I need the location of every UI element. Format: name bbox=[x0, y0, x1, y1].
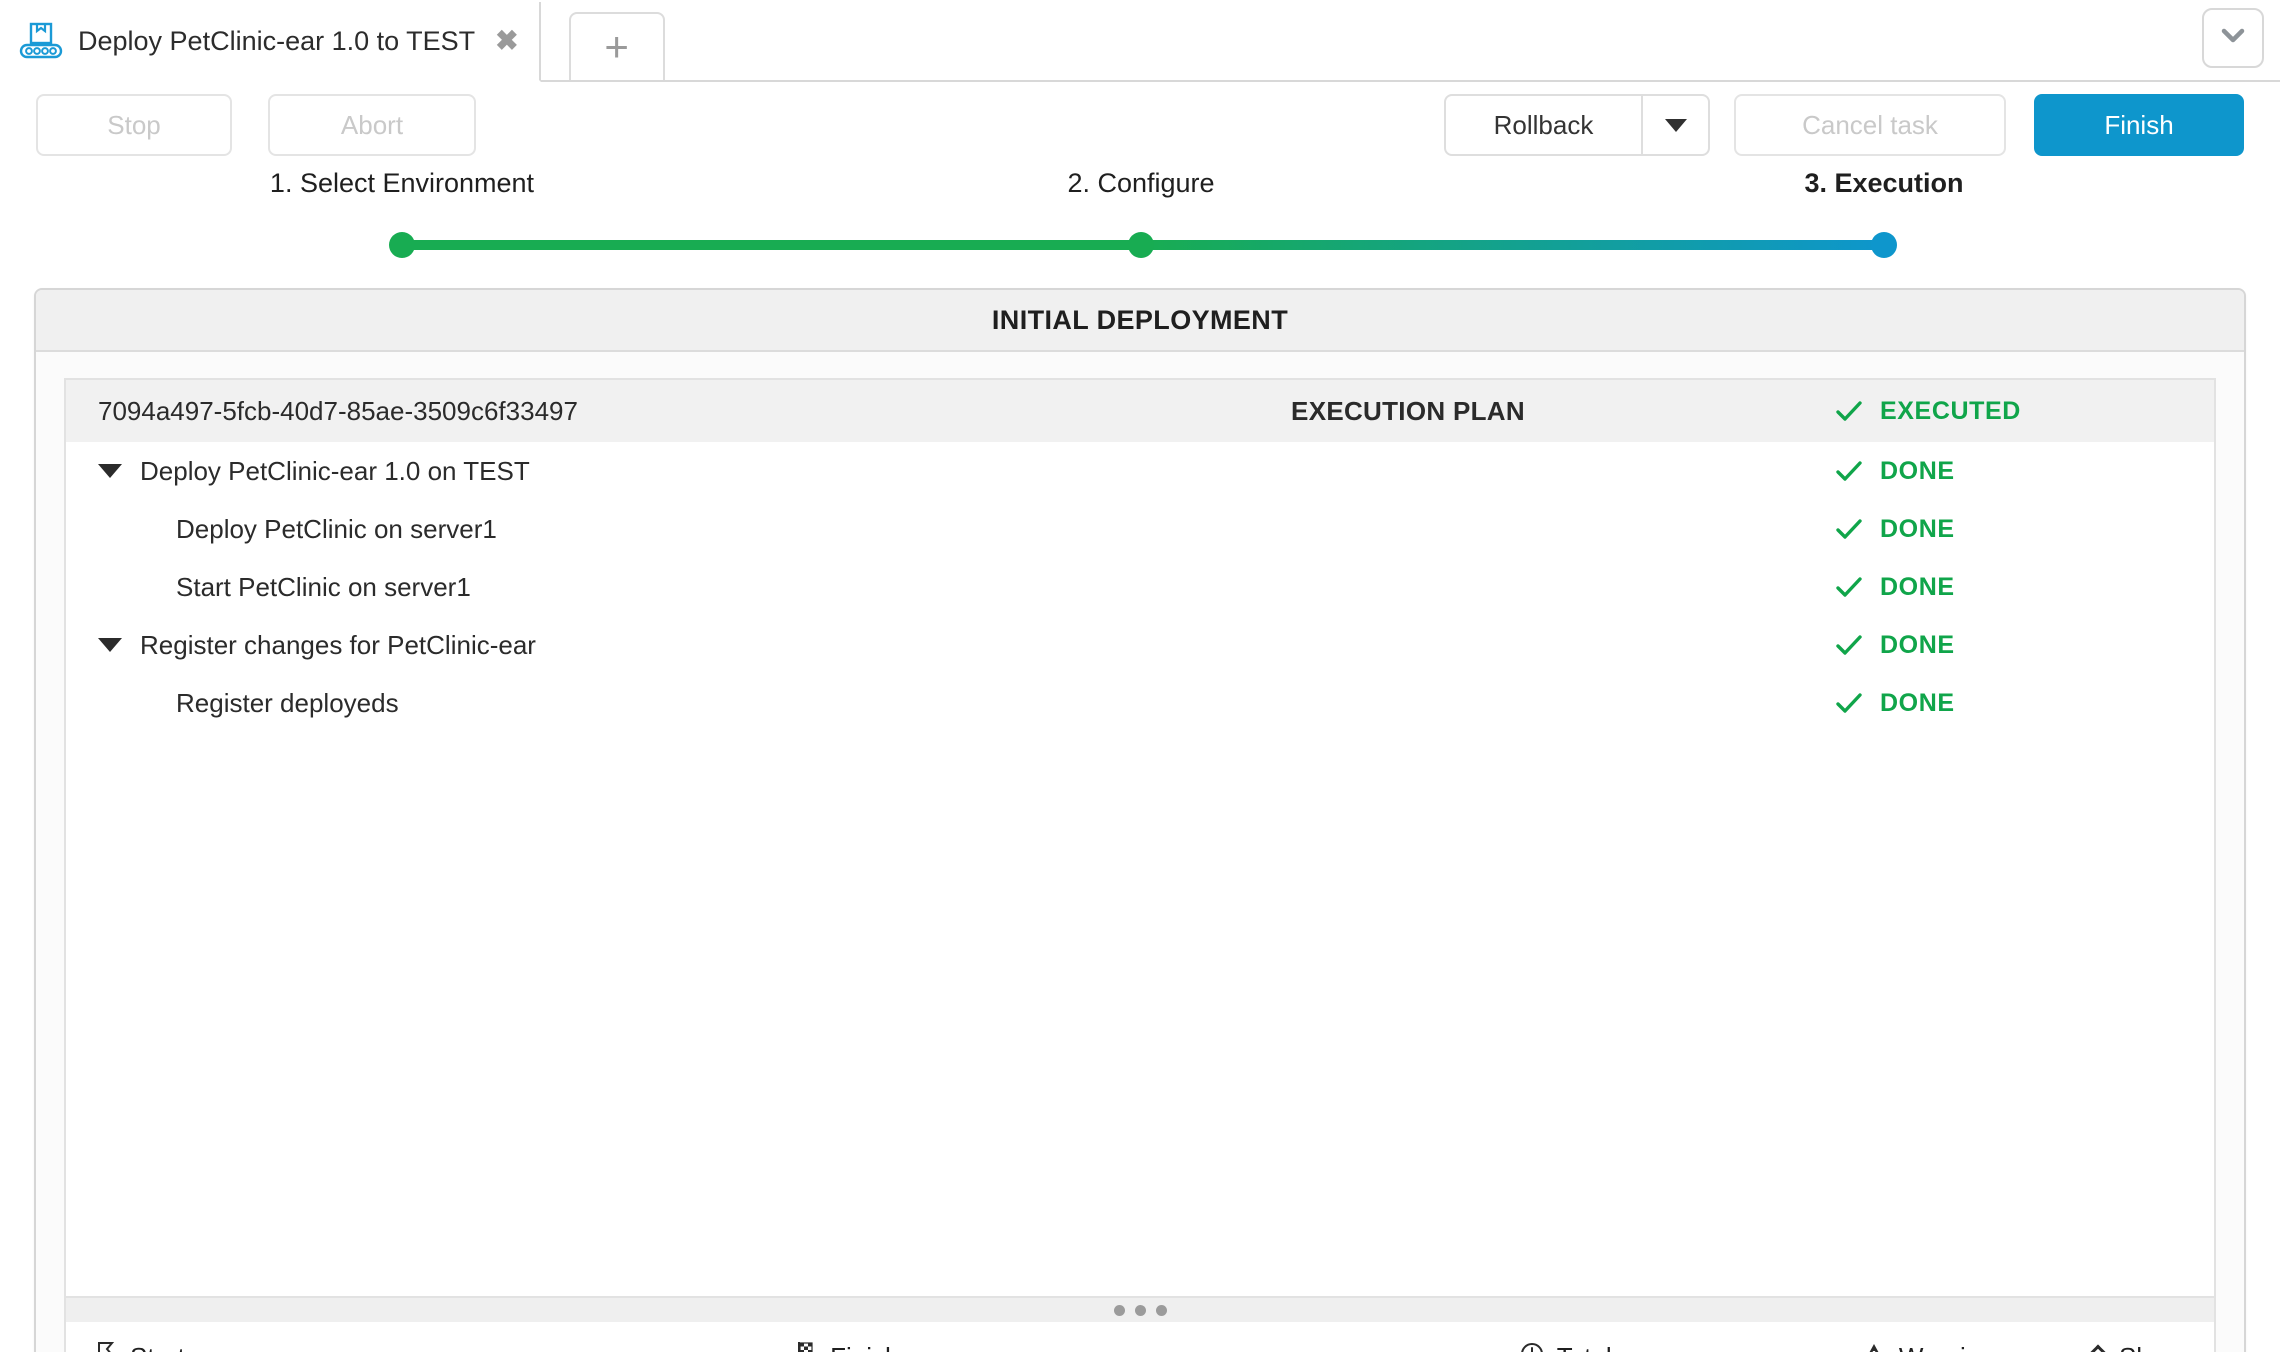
row-status: DONE bbox=[1794, 456, 2214, 486]
chevron-expand-icon[interactable] bbox=[98, 464, 122, 478]
table-row[interactable]: Register deployeds DONE bbox=[66, 674, 2214, 732]
check-icon bbox=[1834, 456, 1864, 486]
execution-plan-scroll[interactable]: 7094a497-5fcb-40d7-85ae-3509c6f33497 EXE… bbox=[66, 380, 2214, 1296]
row-status: DONE bbox=[1794, 572, 2214, 602]
finish-button[interactable]: Finish bbox=[2034, 94, 2244, 156]
stepper-dot-2[interactable] bbox=[1128, 232, 1154, 258]
row-status-label: DONE bbox=[1880, 630, 1955, 659]
plan-id: 7094a497-5fcb-40d7-85ae-3509c6f33497 bbox=[98, 395, 578, 426]
chevron-up-icon bbox=[2082, 1344, 2114, 1352]
table-row[interactable]: Deploy PetClinic on server1 DONE bbox=[66, 500, 2214, 558]
check-icon bbox=[1834, 514, 1864, 544]
show-label: Show bbox=[2119, 1342, 2184, 1352]
status-start: Start: bbox=[94, 1340, 204, 1352]
row-label: Deploy PetClinic on server1 bbox=[176, 513, 497, 544]
plan-title: EXECUTION PLAN bbox=[1291, 395, 1525, 426]
action-toolbar: Stop Abort Rollback Cancel task Finish bbox=[0, 82, 2280, 168]
table-row[interactable]: Start PetClinic on server1 DONE bbox=[66, 558, 2214, 616]
rollback-split-button: Rollback bbox=[1444, 94, 1710, 156]
execution-plan-panel: 7094a497-5fcb-40d7-85ae-3509c6f33497 EXE… bbox=[64, 378, 2216, 1296]
stepper-dot-1[interactable] bbox=[389, 232, 415, 258]
new-tab-button[interactable]: + bbox=[568, 12, 665, 80]
warning-triangle-icon bbox=[1861, 1341, 1887, 1352]
step-label-configure[interactable]: 2. Configure bbox=[1067, 168, 1214, 199]
check-icon bbox=[1834, 572, 1864, 602]
show-details-toggle[interactable]: Show bbox=[2082, 1342, 2184, 1352]
row-label: Deploy PetClinic-ear 1.0 on TEST bbox=[140, 455, 530, 486]
step-label-execution[interactable]: 3. Execution bbox=[1804, 168, 1963, 199]
row-name-cell: Register deployeds bbox=[72, 688, 1022, 719]
row-label: Register changes for PetClinic-ear bbox=[140, 629, 536, 660]
check-icon bbox=[1834, 630, 1864, 660]
table-row[interactable]: Register changes for PetClinic-ear DONE bbox=[66, 616, 2214, 674]
card-body: 7094a497-5fcb-40d7-85ae-3509c6f33497 EXE… bbox=[36, 352, 2244, 1352]
clock-icon bbox=[1519, 1341, 1545, 1352]
row-name-cell: Start PetClinic on server1 bbox=[72, 572, 1022, 603]
row-status-label: DONE bbox=[1880, 514, 1955, 543]
conveyor-package-icon bbox=[18, 21, 64, 61]
wizard-stepper: 1. Select Environment 2. Configure 3. Ex… bbox=[0, 168, 2280, 280]
row-status: DONE bbox=[1794, 514, 2214, 544]
step-label-select-environment[interactable]: 1. Select Environment bbox=[270, 168, 534, 199]
status-total: Total: bbox=[1519, 1341, 1631, 1352]
panel-resize-handle[interactable] bbox=[64, 1296, 2216, 1322]
status-finish: Finish: bbox=[794, 1340, 919, 1352]
row-status: DONE bbox=[1794, 630, 2214, 660]
close-icon[interactable]: ✖ bbox=[489, 27, 518, 55]
check-icon bbox=[1834, 396, 1864, 426]
row-status-label: DONE bbox=[1880, 688, 1955, 717]
table-row[interactable]: Deploy PetClinic-ear 1.0 on TEST DONE bbox=[66, 442, 2214, 500]
row-name-cell: Deploy PetClinic on server1 bbox=[72, 514, 1022, 545]
chevron-down-icon bbox=[2220, 23, 2246, 54]
flag-icon bbox=[94, 1340, 118, 1352]
row-status-label: DONE bbox=[1880, 572, 1955, 601]
execution-plan-header-row: 7094a497-5fcb-40d7-85ae-3509c6f33497 EXE… bbox=[66, 380, 2214, 442]
stop-button[interactable]: Stop bbox=[36, 94, 232, 156]
deployment-card: INITIAL DEPLOYMENT 7094a497-5fcb-40d7-85… bbox=[34, 288, 2246, 1352]
cancel-task-button[interactable]: Cancel task bbox=[1734, 94, 2006, 156]
status-finish-label: Finish: bbox=[830, 1342, 907, 1352]
tab-bar: Deploy PetClinic-ear 1.0 to TEST ✖ + bbox=[0, 0, 2280, 82]
row-label: Start PetClinic on server1 bbox=[176, 571, 471, 602]
status-warnings-label: Warnings: bbox=[1899, 1342, 2015, 1352]
execution-status-bar: Start: Finish: bbox=[64, 1322, 2216, 1352]
tab-deploy-petclinic[interactable]: Deploy PetClinic-ear 1.0 to TEST ✖ bbox=[0, 2, 541, 82]
rollback-dropdown-button[interactable] bbox=[1642, 94, 1710, 156]
grip-dot-icon bbox=[1134, 1304, 1146, 1316]
plan-status-label: EXECUTED bbox=[1880, 396, 2021, 425]
card-title: INITIAL DEPLOYMENT bbox=[36, 290, 2244, 352]
toolbar-right-group: Rollback Cancel task Finish bbox=[1444, 94, 2244, 156]
status-warnings: Warnings: bbox=[1861, 1341, 2027, 1352]
caret-down-icon bbox=[1664, 118, 1687, 132]
row-name-cell: Deploy PetClinic-ear 1.0 on TEST bbox=[72, 456, 1022, 487]
chevron-expand-icon[interactable] bbox=[98, 638, 122, 652]
grip-dot-icon bbox=[1113, 1304, 1125, 1316]
check-icon bbox=[1834, 688, 1864, 718]
rollback-button[interactable]: Rollback bbox=[1444, 94, 1642, 156]
status-start-label: Start: bbox=[130, 1342, 192, 1352]
row-status-label: DONE bbox=[1880, 456, 1955, 485]
tab-title: Deploy PetClinic-ear 1.0 to TEST bbox=[78, 25, 476, 56]
row-name-cell: Register changes for PetClinic-ear bbox=[72, 630, 1022, 661]
row-status: DONE bbox=[1794, 688, 2214, 718]
status-total-label: Total: bbox=[1557, 1342, 1619, 1352]
row-label: Register deployeds bbox=[176, 687, 399, 718]
plus-icon: + bbox=[604, 23, 629, 70]
grip-dot-icon bbox=[1155, 1304, 1167, 1316]
collapse-panel-button[interactable] bbox=[2202, 8, 2264, 68]
abort-button[interactable]: Abort bbox=[268, 94, 476, 156]
plan-status: EXECUTED bbox=[1794, 396, 2214, 426]
checkered-flag-icon bbox=[794, 1340, 818, 1352]
stepper-dot-3[interactable] bbox=[1871, 232, 1897, 258]
